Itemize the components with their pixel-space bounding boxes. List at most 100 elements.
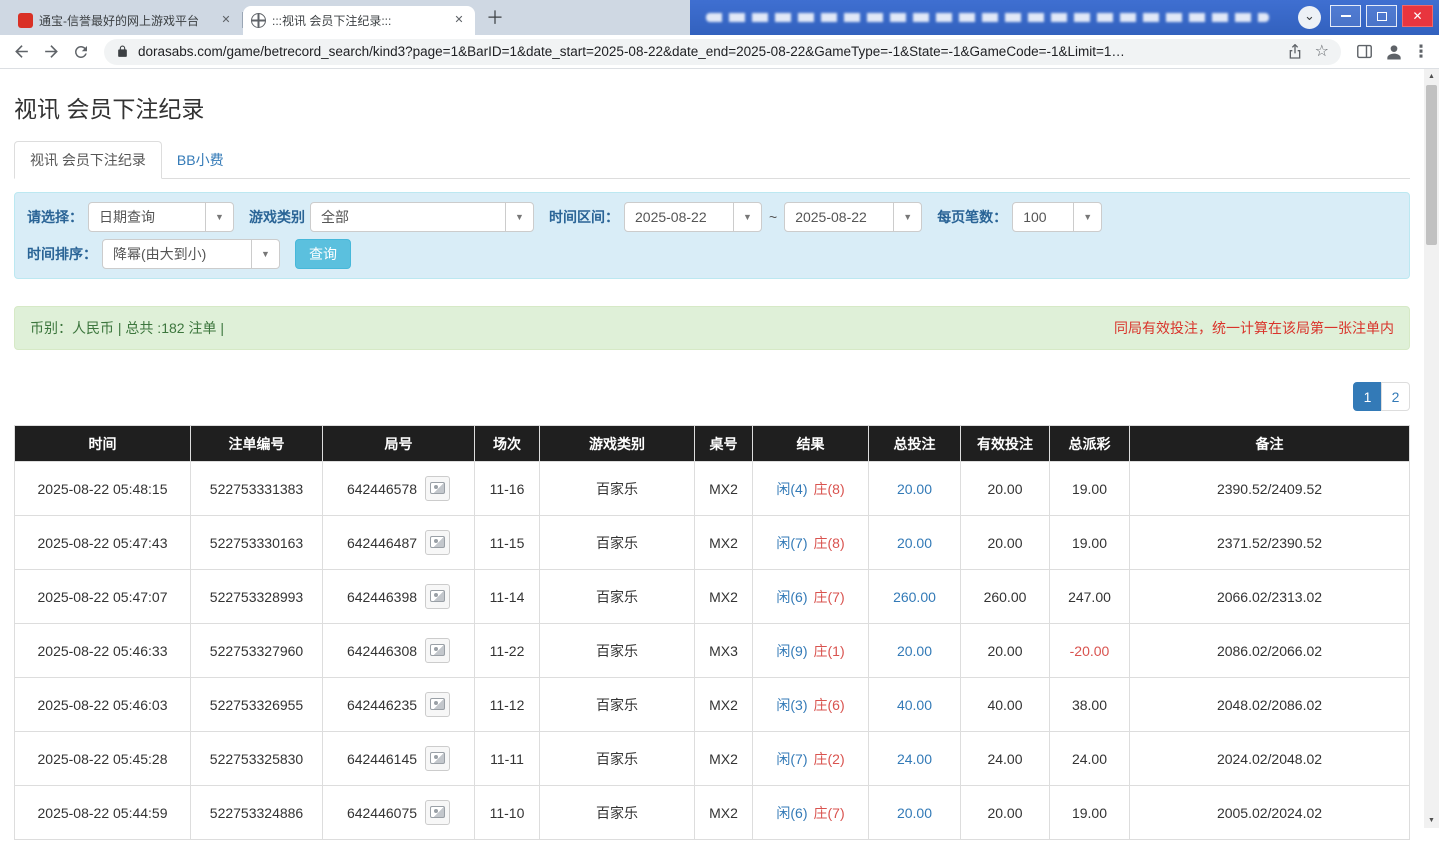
date-end-input[interactable]: 2025-08-22 ▼ bbox=[784, 202, 922, 232]
cell-payout: 19.00 bbox=[1050, 462, 1130, 516]
tab-bb-tip[interactable]: BB小费 bbox=[162, 142, 239, 178]
refresh-icon[interactable] bbox=[66, 38, 96, 66]
page-1-button[interactable]: 1 bbox=[1353, 382, 1382, 411]
cell-table-no: MX2 bbox=[695, 516, 753, 570]
per-page-select[interactable]: 100 ▼ bbox=[1012, 202, 1102, 232]
tab-betrecord[interactable]: 视讯 会员下注纪录 bbox=[14, 141, 162, 179]
cell-note: 2005.02/2024.02 bbox=[1130, 786, 1410, 840]
sort-label: 时间排序： bbox=[27, 244, 97, 264]
sort-select[interactable]: 降幂(由大到小) ▼ bbox=[102, 239, 280, 269]
cell-payout: -20.00 bbox=[1050, 624, 1130, 678]
browser-tab-tongbao[interactable]: 通宝-信誉最好的网上游戏平台 ✕ bbox=[10, 6, 242, 35]
query-type-value: 日期查询 bbox=[88, 202, 206, 232]
cell-round: 642446398 bbox=[323, 570, 475, 624]
page-content: 视讯 会员下注纪录 视讯 会员下注纪录 BB小费 请选择： 日期查询 ▼ 游戏类… bbox=[0, 90, 1424, 849]
back-icon[interactable] bbox=[6, 38, 36, 66]
site-security-lock-icon[interactable] bbox=[116, 45, 129, 58]
cell-game-type: 百家乐 bbox=[540, 732, 695, 786]
minimize-button[interactable] bbox=[1330, 5, 1361, 27]
cell-round: 642446308 bbox=[323, 624, 475, 678]
cell-session: 11-14 bbox=[475, 570, 540, 624]
address-bar[interactable]: dorasabs.com/game/betrecord_search/kind3… bbox=[104, 39, 1341, 65]
cell-result: 闲(9)庄(1) bbox=[753, 624, 869, 678]
tab-title: 通宝-信誉最好的网上游戏平台 bbox=[39, 12, 212, 29]
round-detail-icon[interactable] bbox=[425, 584, 450, 609]
column-header: 有效投注 bbox=[961, 426, 1050, 462]
bookmark-star-icon[interactable]: ☆ bbox=[1315, 44, 1329, 60]
cell-valid-bet: 40.00 bbox=[961, 678, 1050, 732]
cell-result: 闲(6)庄(7) bbox=[753, 786, 869, 840]
round-detail-icon[interactable] bbox=[425, 746, 450, 771]
round-detail-icon[interactable] bbox=[425, 800, 450, 825]
scrollbar-thumb[interactable] bbox=[1426, 85, 1437, 245]
profile-avatar-icon[interactable] bbox=[1379, 38, 1409, 66]
column-header: 注单编号 bbox=[191, 426, 323, 462]
cell-total-bet[interactable]: 260.00 bbox=[869, 570, 961, 624]
column-header: 局号 bbox=[323, 426, 475, 462]
cell-total-bet[interactable]: 20.00 bbox=[869, 624, 961, 678]
scrollbar-up-icon[interactable]: ▲ bbox=[1424, 69, 1439, 84]
cell-total-bet[interactable]: 20.00 bbox=[869, 786, 961, 840]
cell-total-bet[interactable]: 20.00 bbox=[869, 516, 961, 570]
maximize-button[interactable] bbox=[1366, 5, 1397, 27]
cell-time: 2025-08-22 05:47:43 bbox=[15, 516, 191, 570]
round-detail-icon[interactable] bbox=[425, 638, 450, 663]
cell-round: 642446578 bbox=[323, 462, 475, 516]
chevron-down-icon[interactable]: ▼ bbox=[893, 202, 922, 232]
tab-title: :::视讯 会员下注纪录::: bbox=[272, 12, 445, 29]
column-header: 时间 bbox=[15, 426, 191, 462]
cell-valid-bet: 20.00 bbox=[961, 516, 1050, 570]
result-player: 闲(7) bbox=[776, 535, 807, 551]
menu-kebab-icon[interactable]: ⋮ bbox=[1409, 42, 1433, 62]
chevron-down-icon[interactable]: ▼ bbox=[205, 202, 234, 232]
chevron-down-icon[interactable]: ▼ bbox=[251, 239, 280, 269]
new-tab-button[interactable]: ＋ bbox=[481, 5, 509, 33]
cell-table-no: MX3 bbox=[695, 624, 753, 678]
query-type-label: 请选择： bbox=[27, 207, 83, 227]
table-row: 2025-08-22 05:47:43 522753330163 6424464… bbox=[15, 516, 1410, 570]
pagination: 1 2 bbox=[14, 382, 1410, 411]
tab-search-chevron-icon[interactable]: ⌄ bbox=[1298, 6, 1321, 29]
background-window-text bbox=[706, 13, 1269, 22]
column-header: 备注 bbox=[1130, 426, 1410, 462]
result-banker: 庄(6) bbox=[814, 697, 845, 713]
cell-total-bet[interactable]: 20.00 bbox=[869, 462, 961, 516]
cell-game-type: 百家乐 bbox=[540, 570, 695, 624]
chevron-down-icon[interactable]: ▼ bbox=[505, 202, 534, 232]
cell-session: 11-16 bbox=[475, 462, 540, 516]
cell-result: 闲(3)庄(6) bbox=[753, 678, 869, 732]
cell-bet-id: 522753324886 bbox=[191, 786, 323, 840]
search-button[interactable]: 查询 bbox=[295, 239, 351, 269]
per-page-label: 每页笔数： bbox=[937, 207, 1007, 227]
cell-table-no: MX2 bbox=[695, 786, 753, 840]
page-scrollbar[interactable]: ▲ ▼ bbox=[1424, 69, 1439, 828]
scrollbar-down-icon[interactable]: ▼ bbox=[1424, 813, 1439, 828]
cell-total-bet[interactable]: 24.00 bbox=[869, 732, 961, 786]
query-type-select[interactable]: 日期查询 ▼ bbox=[88, 202, 234, 232]
chevron-down-icon[interactable]: ▼ bbox=[733, 202, 762, 232]
date-start-input[interactable]: 2025-08-22 ▼ bbox=[624, 202, 762, 232]
share-icon[interactable] bbox=[1287, 44, 1303, 60]
cell-note: 2024.02/2048.02 bbox=[1130, 732, 1410, 786]
tab-close-icon[interactable]: ✕ bbox=[218, 13, 234, 29]
result-player: 闲(6) bbox=[776, 589, 807, 605]
cell-result: 闲(7)庄(8) bbox=[753, 516, 869, 570]
column-header: 结果 bbox=[753, 426, 869, 462]
round-detail-icon[interactable] bbox=[425, 692, 450, 717]
round-detail-icon[interactable] bbox=[425, 476, 450, 501]
cell-game-type: 百家乐 bbox=[540, 462, 695, 516]
tab-close-icon[interactable]: ✕ bbox=[451, 13, 467, 29]
close-window-button[interactable]: ✕ bbox=[1402, 5, 1433, 27]
cell-total-bet[interactable]: 40.00 bbox=[869, 678, 961, 732]
cell-session: 11-11 bbox=[475, 732, 540, 786]
table-header-row: 时间注单编号局号场次游戏类别桌号结果总投注有效投注总派彩备注 bbox=[15, 426, 1410, 462]
forward-icon[interactable] bbox=[36, 38, 66, 66]
game-type-select[interactable]: 全部 ▼ bbox=[310, 202, 534, 232]
side-panel-icon[interactable] bbox=[1349, 38, 1379, 66]
page-title: 视讯 会员下注纪录 bbox=[14, 90, 1410, 124]
round-detail-icon[interactable] bbox=[425, 530, 450, 555]
browser-tab-betrecord[interactable]: :::视讯 会员下注纪录::: ✕ bbox=[243, 6, 475, 35]
table-body: 2025-08-22 05:48:15 522753331383 6424465… bbox=[15, 462, 1410, 840]
chevron-down-icon[interactable]: ▼ bbox=[1073, 202, 1102, 232]
page-2-button[interactable]: 2 bbox=[1381, 382, 1410, 411]
